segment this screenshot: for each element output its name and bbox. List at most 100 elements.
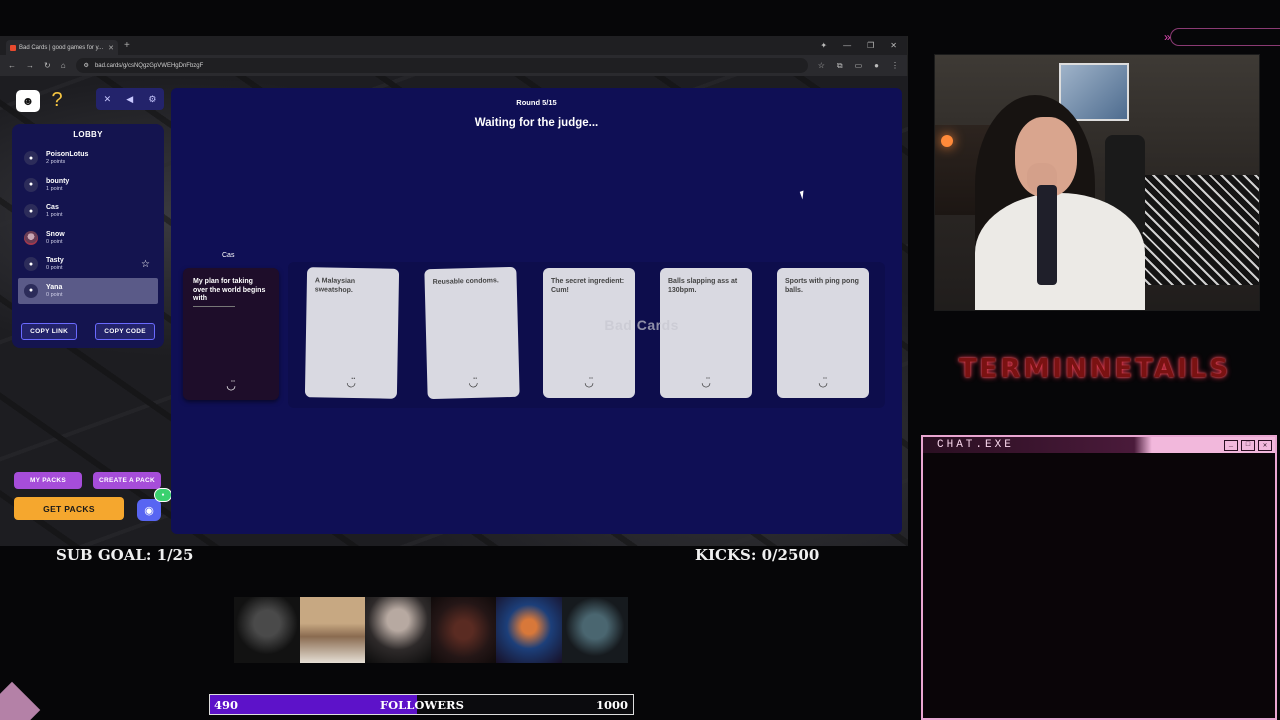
supporter-avatar <box>234 597 300 663</box>
browser-window: Bad Cards | good games for y... ✕ + ✦ — … <box>0 36 908 546</box>
extensions-icon[interactable]: ✦ <box>820 41 827 50</box>
avatar <box>24 230 38 245</box>
host-star-icon: ☆ <box>141 259 150 270</box>
headset-cable <box>1037 185 1057 285</box>
round-counter: Round 5/15 <box>516 98 557 107</box>
new-tab-icon[interactable]: + <box>124 40 130 51</box>
smiley-logo-icon: ◡̈ <box>818 377 828 389</box>
chat-close-icon: ✕ <box>1258 439 1272 451</box>
white-card[interactable]: Reusable condoms. ◡̈ <box>424 266 520 400</box>
mute-voice-icon[interactable]: ✕ <box>104 94 112 105</box>
chat-titlebar: CHAT.EXE _ □ ✕ <box>923 437 1275 453</box>
player-points: 2 points <box>46 159 66 166</box>
sub-goal: SUB GOAL: 1/25 <box>56 546 194 564</box>
bookmark-star-icon[interactable]: ☆ <box>818 61 825 71</box>
home-icon[interactable]: ⌂ <box>61 61 66 70</box>
player-points: 1 point <box>46 212 63 219</box>
smiley-logo-icon: ◡̈ <box>226 380 236 392</box>
black-card-text: My plan for taking over the world begins… <box>193 278 266 302</box>
player-row[interactable]: ● bounty 1 point <box>12 172 164 199</box>
tab-title: Bad Cards | good games for y... <box>19 44 104 51</box>
supporter-avatar <box>496 597 562 663</box>
player-points: 1 point <box>46 185 63 192</box>
arrow-deco-icon: » <box>1164 30 1171 44</box>
copy-code-button[interactable]: COPY CODE <box>95 323 155 340</box>
supporter-avatar <box>430 597 497 663</box>
player-name: Yana <box>46 283 63 291</box>
player-name: bounty <box>46 177 70 185</box>
player-row[interactable]: ● PoisonLotus 2 points <box>12 145 164 172</box>
white-card-text: Reusable condoms. <box>432 277 499 287</box>
supporter-avatar <box>299 597 366 663</box>
player-list: ● PoisonLotus 2 points ● bounty 1 point ● … <box>12 145 164 304</box>
user-icon: ● <box>24 204 38 219</box>
followers-label: FOLLOWERS <box>380 698 464 712</box>
close-tab-icon[interactable]: ✕ <box>108 44 114 52</box>
back-icon[interactable]: ← <box>8 61 16 70</box>
white-card[interactable]: Sports with ping pong balls. ◡̈ <box>777 268 869 398</box>
player-name: Cas <box>46 204 59 212</box>
close-window-icon[interactable]: ✕ <box>890 41 897 50</box>
profile-icon[interactable]: ● <box>874 61 879 71</box>
white-card[interactable]: A Malaysian sweatshop. ◡̈ <box>304 267 400 399</box>
copy-link-button[interactable]: COPY LINK <box>21 323 78 340</box>
white-card-text: Balls slapping ass at 130bpm. <box>668 278 738 294</box>
lobby-panel: LOBBY ● PoisonLotus 2 points ● bounty 1 po… <box>12 124 164 348</box>
get-packs-button[interactable]: GET PACKS <box>14 497 124 520</box>
corner-decoration <box>0 681 41 720</box>
discord-badge-icon: ● <box>154 488 172 502</box>
my-packs-button[interactable]: MY PACKS <box>14 472 82 489</box>
player-points: 0 point <box>46 238 63 245</box>
top-decoration <box>1170 28 1280 46</box>
sound-icon[interactable]: ◀ <box>126 94 133 105</box>
bad-cards-logo-icon[interactable]: ☻ <box>16 90 40 112</box>
white-card-text: Sports with ping pong balls. <box>785 278 859 294</box>
user-icon: ● <box>24 151 38 166</box>
player-points: 0 point <box>46 265 63 272</box>
user-icon: ● <box>24 177 38 192</box>
white-card[interactable]: The secret ingredient: Cum! ◡̈ <box>543 268 635 398</box>
user-icon: ● <box>24 257 38 272</box>
player-row-self[interactable]: ● Yana 0 point <box>18 277 158 304</box>
player-name: Snow <box>46 230 65 238</box>
smiley-logo-icon: ◡̈ <box>584 377 594 389</box>
address-bar: ← → ↻ ⌂ ⚙ bad.cards/g/csNQgzGpVWEHgDnFbz… <box>0 55 907 76</box>
maximize-icon[interactable]: ❐ <box>867 41 874 50</box>
site-info-icon[interactable]: ⚙ <box>84 62 89 69</box>
forward-icon[interactable]: → <box>26 61 34 70</box>
player-points: 0 point <box>46 291 63 298</box>
smiley-logo-icon: ◡̈ <box>346 376 357 390</box>
sidepanel-icon[interactable]: ▭ <box>855 61 863 71</box>
bed <box>1129 175 1259 285</box>
settings-gear-icon[interactable]: ⚙ <box>148 94 156 105</box>
game-status: Waiting for the judge... <box>474 117 599 129</box>
minimize-icon[interactable]: — <box>843 41 851 50</box>
player-row[interactable]: ● Cas 1 point <box>12 198 164 225</box>
create-pack-button[interactable]: CREATE A PACK <box>93 472 161 489</box>
browser-tab[interactable]: Bad Cards | good games for y... ✕ <box>6 40 118 55</box>
followers-goal-bar: 490 FOLLOWERS 1000 <box>209 694 634 715</box>
extension-puzzle-icon[interactable]: ⧉ <box>837 61 843 71</box>
stream-screen: Bad Cards | good games for y... ✕ + ✦ — … <box>0 0 1280 720</box>
bad-cards-watermark: Bad Cards <box>604 317 679 333</box>
favicon-icon <box>10 44 16 51</box>
menu-dots-icon[interactable]: ⋮ <box>891 61 899 71</box>
kicks-goal: KICKS: 0/2500 <box>695 546 820 564</box>
supporter-avatar <box>365 597 431 663</box>
discord-icon[interactable]: ◉ <box>137 499 161 521</box>
followers-goal: 1000 <box>595 698 628 712</box>
url-text: bad.cards/g/csNQgzGpVWEHgDnFbzgF <box>94 62 204 69</box>
smiley-logo-icon: ◡̈ <box>468 376 479 390</box>
chat-title: CHAT.EXE <box>937 439 1014 451</box>
game-board: Round 5/15 Waiting for the judge... Cas … <box>171 88 902 534</box>
judge-name: Cas <box>222 252 235 259</box>
player-row[interactable]: ● Tasty 0 point ☆ <box>12 251 164 278</box>
help-icon[interactable]: ? <box>46 88 68 112</box>
webcam-feed <box>934 54 1260 311</box>
url-field[interactable]: ⚙ bad.cards/g/csNQgzGpVWEHgDnFbzgF <box>75 58 808 73</box>
white-card[interactable]: Balls slapping ass at 130bpm. ◡̈ <box>660 268 752 398</box>
reload-icon[interactable]: ↻ <box>44 61 51 70</box>
player-row[interactable]: Snow 0 point <box>12 225 164 252</box>
supporter-avatar <box>561 597 628 663</box>
white-card-text: The secret ingredient: Cum! <box>551 278 625 294</box>
